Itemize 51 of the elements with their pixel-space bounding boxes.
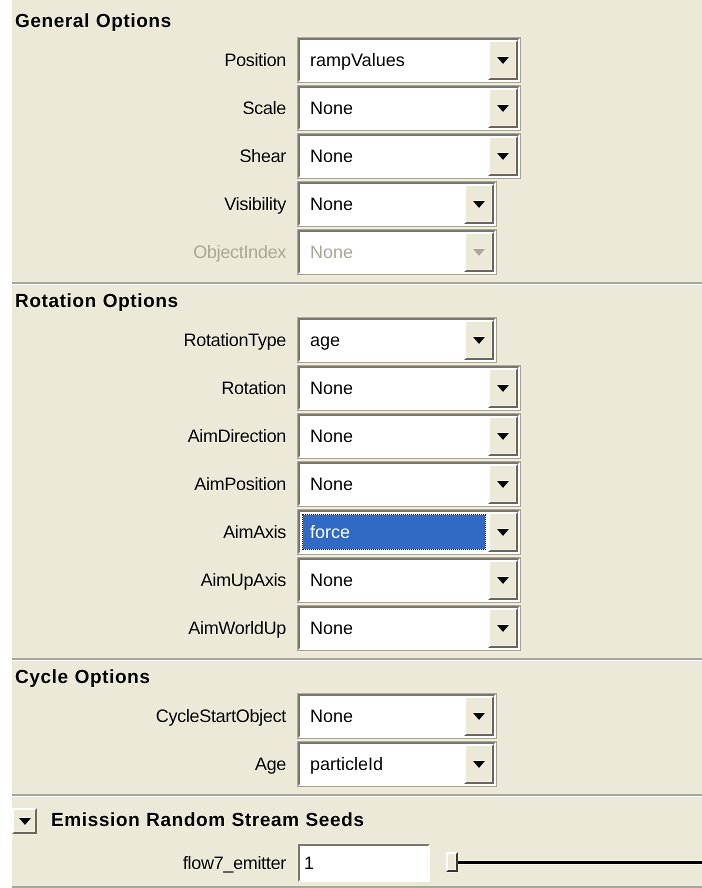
caret-icon [18,818,30,824]
dropdown[interactable]: None [298,414,520,458]
field-label: CycleStartObject [154,706,288,726]
field-label: AimAxis [222,522,287,542]
field-label: ObjectIndex [192,242,287,262]
field-label: Rotation [220,378,287,398]
field-label: AimDirection [186,426,287,446]
slider-track[interactable] [446,852,702,874]
section-title: Rotation Options [14,290,180,314]
dropdown-value: None [309,568,354,592]
field-label: AimUpAxis [200,570,287,590]
dropdown-value: None [309,616,354,640]
dropdown-value: age [309,328,342,352]
collapse-toggle[interactable] [12,808,37,834]
dropdown[interactable]: None [298,86,520,130]
section-title: Emission Random Stream Seeds [51,809,365,833]
dropdown[interactable]: None [298,462,520,506]
dropdown[interactable]: particleId [298,742,496,786]
dropdown[interactable]: None [298,606,520,650]
field-label: Position [223,50,287,70]
dropdown-value: particleId [309,752,384,776]
field-label: AimPosition [193,474,287,494]
field-label: Visibility [223,194,288,214]
dropdown[interactable]: None [298,182,496,226]
dropdown-value: None [309,704,354,728]
field-label: RotationType [182,330,287,350]
section-title: Cycle Options [14,666,152,690]
dropdown[interactable]: rampValues [298,38,520,82]
section-title: General Options [14,10,173,34]
number-field[interactable]: 1 [298,844,430,882]
slider-thumb[interactable] [446,852,458,872]
dropdown-value: None [309,144,354,168]
field-label: Scale [241,98,287,118]
dropdown[interactable]: force [298,510,520,554]
dropdown[interactable]: None [298,694,496,738]
dropdown-value: None [309,424,354,448]
dropdown-value: None [309,240,354,264]
dropdown[interactable]: None [298,134,520,178]
dropdown[interactable]: None [298,366,520,410]
field-label: flow7_emitter [182,852,287,874]
field-label: AimWorldUp [187,618,287,638]
dropdown[interactable]: None [298,558,520,602]
field-label: Age [254,754,287,774]
dropdown-value: None [309,192,354,216]
dropdown-value: None [309,472,354,496]
dropdown[interactable]: age [298,318,496,362]
dropdown-value: None [309,376,354,400]
dropdown-value: None [309,96,354,120]
dropdown-value: rampValues [309,48,406,72]
field-label: Shear [238,146,287,166]
dropdown-value: force [303,515,485,549]
